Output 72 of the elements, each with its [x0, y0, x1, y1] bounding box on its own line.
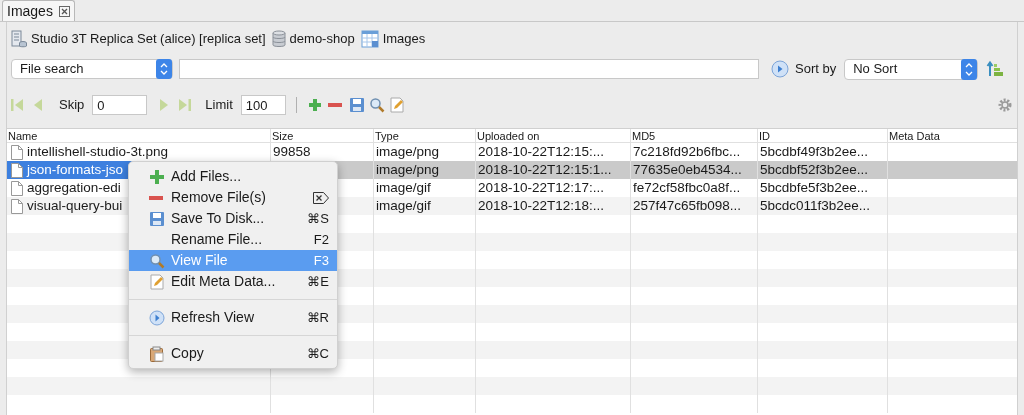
table-cell: 2018-10-22T12:18:...: [478, 197, 605, 215]
table-cell: 2018-10-22T12:15:1...: [478, 161, 612, 179]
search-mode-dropdown[interactable]: File search: [11, 59, 173, 79]
table-cell: image/png: [376, 161, 440, 179]
file-icon: [11, 180, 23, 196]
table-cell: fe72cf58fbc0a8f...: [633, 179, 741, 197]
table-cell: 7c218fd92b6fbc...: [633, 143, 741, 161]
settings-icon[interactable]: [997, 97, 1013, 113]
first-page-icon[interactable]: [9, 97, 25, 113]
last-page-icon[interactable]: [177, 97, 194, 113]
sort-label: Sort by: [795, 60, 837, 79]
skip-label: Skip: [59, 96, 85, 115]
table-cell: 5bcdbfe5f3b2ee...: [760, 179, 869, 197]
file-icon: [11, 198, 23, 214]
run-icon[interactable]: [771, 60, 789, 78]
edit-icon[interactable]: [388, 97, 405, 113]
column-header[interactable]: Name: [7, 129, 271, 142]
close-icon[interactable]: [58, 5, 70, 17]
server-icon: [11, 30, 27, 48]
column-header[interactable]: Type: [374, 129, 476, 142]
table-cell: image/png: [376, 143, 440, 161]
table-cell: 2018-10-22T12:15:...: [478, 143, 605, 161]
sort-order-icon[interactable]: [986, 60, 1005, 78]
table-cell: 77635e0eb4534...: [633, 161, 742, 179]
search-icon[interactable]: [368, 97, 385, 113]
database-icon: [271, 30, 286, 48]
column-header[interactable]: Meta Data: [888, 129, 1017, 142]
save-icon: [149, 210, 165, 227]
refresh-icon: [149, 309, 165, 326]
edit-icon: [149, 273, 165, 290]
table-cell: image/gif: [376, 179, 431, 197]
skip-field[interactable]: 0: [92, 95, 148, 115]
column-header[interactable]: MD5: [631, 129, 758, 142]
add-icon: [149, 168, 165, 185]
file-name[interactable]: intellishell-studio-3t.png: [27, 143, 169, 161]
column-header[interactable]: Uploaded on: [476, 129, 631, 142]
table-cell: 5bcdbf52f3b2ee...: [760, 161, 869, 179]
table-cell: image/gif: [376, 197, 431, 215]
menu-item[interactable]: Rename File... F2: [129, 229, 337, 250]
file-icon: [11, 144, 23, 160]
clear-key-icon: [313, 191, 329, 204]
file-icon: [11, 162, 23, 178]
clipboard-icon: [149, 345, 165, 362]
menu-item[interactable]: Refresh View ⌘R: [129, 307, 337, 328]
menu-item[interactable]: Copy ⌘C: [129, 343, 337, 364]
save-icon[interactable]: [348, 97, 365, 113]
file-name[interactable]: json-formats-jso: [27, 161, 124, 179]
table-icon: [360, 30, 379, 48]
images-tab[interactable]: Images: [2, 0, 75, 21]
search-icon: [149, 252, 165, 269]
stepper-icon: [156, 59, 172, 79]
add-icon[interactable]: [306, 97, 323, 113]
column-header[interactable]: Size: [271, 129, 374, 142]
stepper-icon: [961, 58, 978, 80]
menu-item[interactable]: Edit Meta Data... ⌘E: [129, 271, 337, 292]
limit-field[interactable]: 100: [240, 95, 286, 115]
remove-icon[interactable]: [327, 103, 342, 107]
table-cell: 257f47c65fb098...: [633, 197, 742, 215]
table-cell: 5bcdbf49f3b2ee...: [760, 143, 869, 161]
file-name[interactable]: visual-query-bui: [27, 197, 123, 215]
file-name[interactable]: aggregation-edi: [27, 179, 121, 197]
connection-label: Studio 3T Replica Set (alice) [replica set]: [31, 30, 266, 49]
column-header[interactable]: ID: [758, 129, 888, 142]
sort-dropdown[interactable]: No Sort: [844, 58, 979, 80]
table-cell: 2018-10-22T12:17:...: [478, 179, 605, 197]
collection-label: Images: [382, 30, 426, 49]
table-cell: 5bcdc011f3b2ee...: [760, 197, 871, 215]
search-field[interactable]: [179, 59, 759, 79]
database-label: demo-shop: [289, 30, 355, 49]
table-cell: 99858: [273, 143, 311, 161]
remove-icon: [149, 195, 163, 200]
limit-label: Limit: [205, 96, 233, 115]
